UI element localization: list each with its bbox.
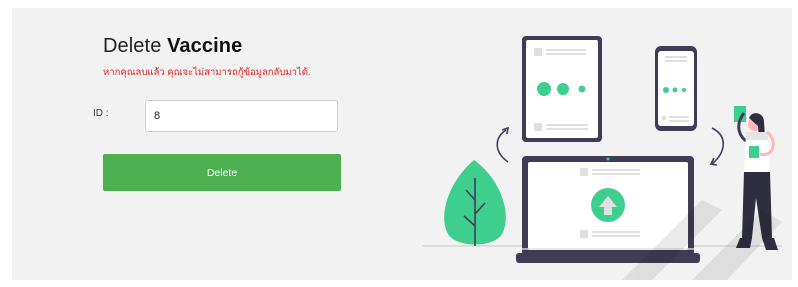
- page-title: Delete Vaccine: [103, 35, 242, 58]
- id-label: ID :: [93, 108, 109, 119]
- title-bold: Vaccine: [167, 35, 243, 57]
- content-panel: Delete Vaccine หากคุณลบแล้ว คุณจะไม่สามา…: [12, 8, 792, 280]
- tree-icon: [444, 160, 506, 246]
- delete-warning: หากคุณลบแล้ว คุณจะไม่สามารถกู้ข้อมูลกลับ…: [103, 67, 311, 78]
- phone-device: [655, 46, 697, 131]
- id-input[interactable]: [145, 100, 338, 132]
- watermark-logo: [622, 200, 782, 280]
- refresh-arrow-icon: [496, 129, 509, 163]
- title-prefix: Delete: [103, 35, 162, 57]
- tablet-device: [522, 36, 602, 142]
- delete-button[interactable]: Delete: [103, 154, 341, 191]
